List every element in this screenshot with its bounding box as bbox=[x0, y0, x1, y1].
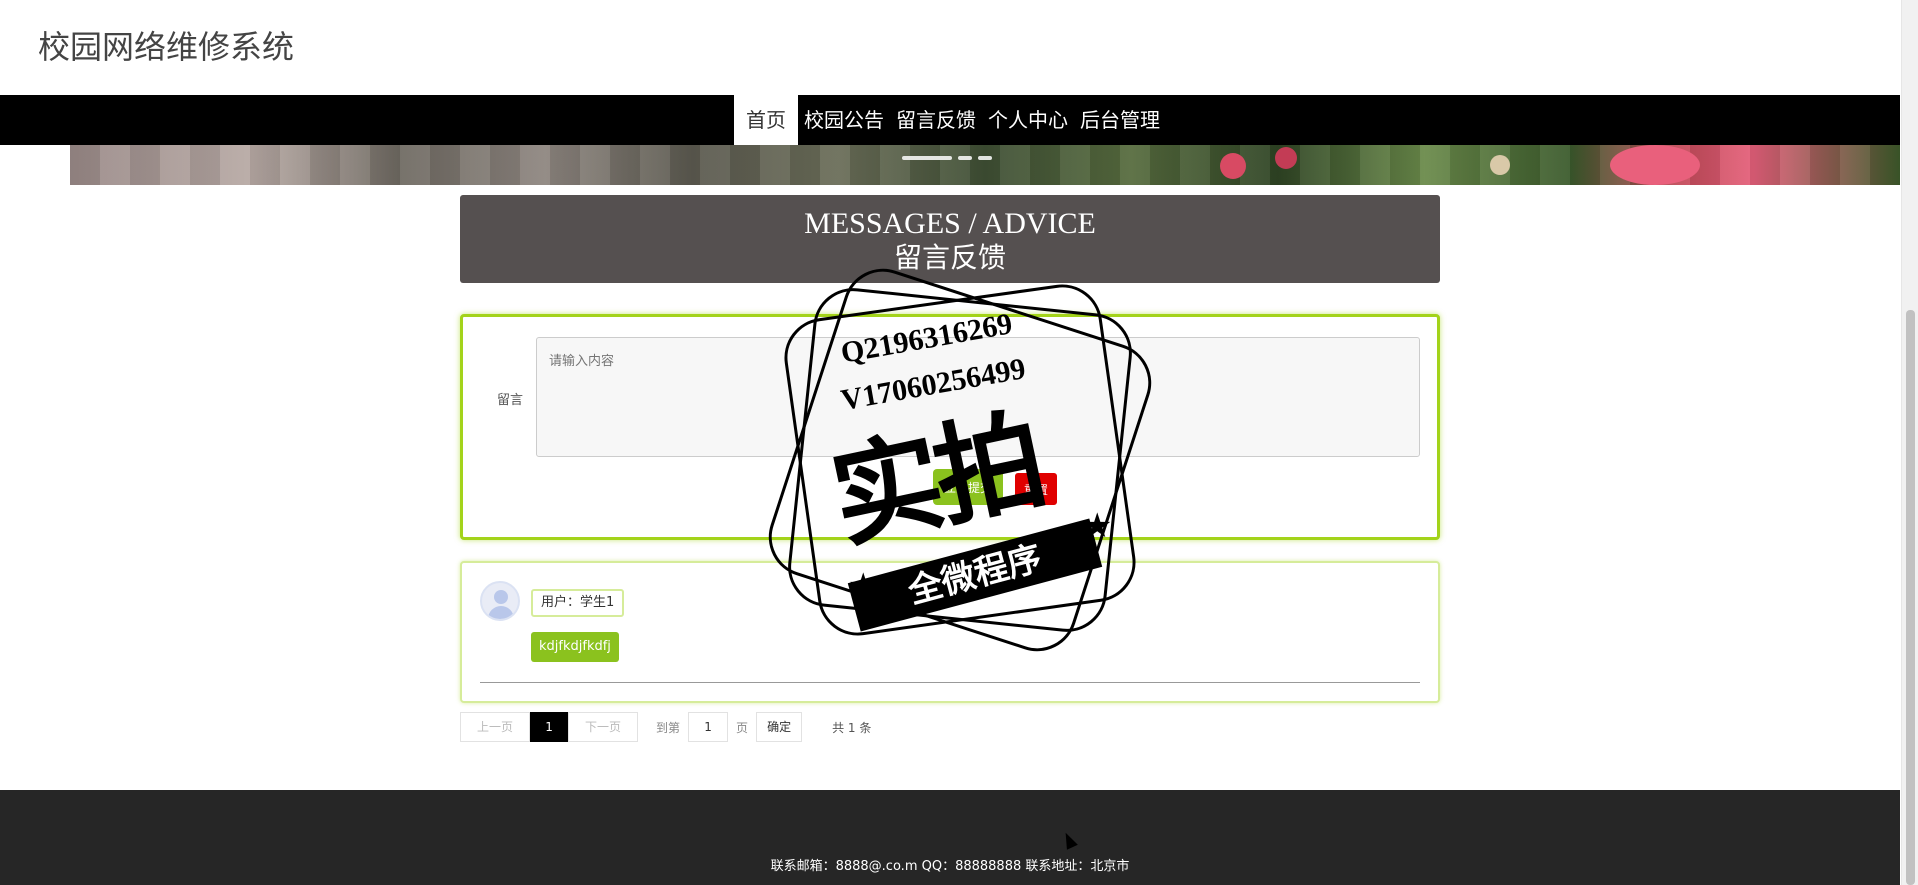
pagination: 上一页 1 下一页 到第 页 确定 共 1 条 bbox=[460, 712, 871, 742]
site-title: 校园网络维修系统 bbox=[38, 28, 295, 66]
nav-item-announcements[interactable]: 校园公告 bbox=[798, 95, 890, 145]
site-footer: 联系邮箱：8888@.co.m QQ：88888888 联系地址：北京市 bbox=[0, 790, 1900, 885]
watermark-stamp: Q2196316269 V17060256499 实拍 全微程序 ★ ★ bbox=[750, 250, 1170, 680]
nav-item-feedback[interactable]: 留言反馈 bbox=[890, 95, 982, 145]
prev-page-button[interactable]: 上一页 bbox=[460, 712, 531, 742]
scrollbar-thumb[interactable] bbox=[1906, 310, 1915, 885]
slider-dot[interactable] bbox=[978, 156, 992, 160]
message-user: 用户：学生1 bbox=[531, 589, 625, 617]
goto-label: 到第 bbox=[656, 720, 681, 735]
star-icon: ★ bbox=[1082, 507, 1113, 545]
goto-page-input[interactable] bbox=[688, 712, 729, 742]
section-title-en: MESSAGES / ADVICE bbox=[804, 207, 1096, 240]
banner-slider-dots bbox=[902, 156, 992, 160]
site-header: 校园网络维修系统 bbox=[0, 0, 1900, 95]
avatar-head-icon bbox=[494, 590, 508, 604]
slider-dot-active[interactable] bbox=[902, 156, 952, 160]
current-page[interactable]: 1 bbox=[530, 712, 569, 742]
message-label: 留言 bbox=[497, 393, 524, 408]
next-page-button[interactable]: 下一页 bbox=[568, 712, 639, 742]
avatar-body-icon bbox=[488, 606, 514, 619]
star-icon: ★ bbox=[848, 567, 879, 605]
nav-item-profile[interactable]: 个人中心 bbox=[982, 95, 1074, 145]
banner-flower bbox=[1220, 153, 1246, 179]
avatar bbox=[480, 581, 520, 621]
banner-flower bbox=[1275, 147, 1297, 169]
page-scrollbar[interactable] bbox=[1901, 0, 1918, 885]
slider-dot[interactable] bbox=[958, 156, 972, 160]
main-nav: 首页 校园公告 留言反馈 个人中心 后台管理 bbox=[0, 95, 1900, 145]
message-divider bbox=[480, 682, 1420, 683]
total-count: 共 1 条 bbox=[832, 720, 872, 735]
nav-item-admin[interactable]: 后台管理 bbox=[1074, 95, 1166, 145]
nav-item-home[interactable]: 首页 bbox=[734, 95, 798, 145]
nav-list: 首页 校园公告 留言反馈 个人中心 后台管理 bbox=[734, 95, 1166, 145]
page-unit: 页 bbox=[736, 720, 749, 735]
footer-contact: 联系邮箱：8888@.co.m QQ：88888888 联系地址：北京市 bbox=[770, 859, 1130, 874]
banner-image bbox=[70, 145, 1900, 185]
goto-confirm-button[interactable]: 确定 bbox=[756, 712, 803, 742]
banner-flower bbox=[1490, 155, 1510, 175]
message-content: kdjfkdjfkdfj bbox=[531, 632, 619, 662]
banner-flower bbox=[1610, 145, 1700, 185]
